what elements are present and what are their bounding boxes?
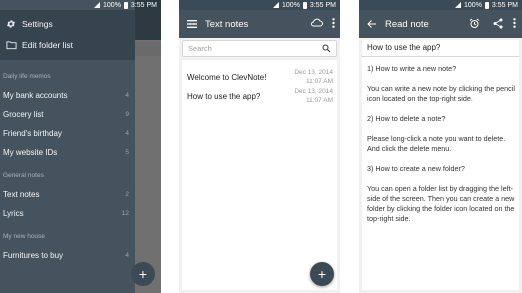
app-bar: Read note [359, 10, 522, 38]
note-paragraph: You can open a folder list by dragging t… [367, 184, 515, 223]
folder-label: My bank accounts [3, 90, 68, 100]
folder-icon [0, 40, 22, 50]
folder-item-lyrics[interactable]: Lyrics 12 [3, 205, 131, 221]
note-paragraph: 1) How to write a new note? [367, 64, 457, 73]
alarm-icon[interactable] [469, 18, 480, 29]
note-timestamp: Dec 13, 2014 11:07 AM [294, 68, 333, 86]
divider [362, 56, 519, 57]
edit-folder-label: Edit folder list [22, 40, 74, 50]
folder-item-furnitures-to-buy[interactable]: Furnitures to buy 4 [3, 247, 131, 263]
back-arrow-icon[interactable] [359, 19, 385, 29]
battery-percent: 100% [282, 1, 300, 9]
note-date: Dec 13, 2014 [294, 88, 333, 95]
note-time: 11:07 AM [306, 78, 333, 85]
peek-search-box [135, 42, 161, 56]
add-icon: + [317, 266, 327, 282]
folder-label: My website IDs [3, 147, 58, 157]
gear-icon [0, 19, 22, 29]
folder-label: Text notes [3, 189, 40, 199]
clock: 3:55 PM [491, 1, 518, 9]
folder-item-grocery-list[interactable]: Grocery list 9 [3, 106, 131, 122]
note-card: How to use the app? 1) How to write a ne… [362, 40, 519, 290]
battery-percent: 100% [464, 1, 482, 9]
more-vert-icon[interactable] [513, 18, 516, 28]
folder-label: Friend's birthday [3, 128, 62, 138]
note-paragraph: 2) How to delete a note? [367, 114, 446, 123]
note-title: How to use the app? [187, 92, 261, 101]
folder-item-friends-birthday[interactable]: Friend's birthday 4 [3, 125, 131, 141]
settings-label: Settings [22, 19, 53, 29]
settings-menu-item[interactable]: Settings [0, 15, 135, 33]
note-paragraph: Please long-click a note you want to del… [367, 134, 506, 153]
section-title: Daily life memos [3, 73, 51, 80]
folder-count: 5 [125, 148, 129, 156]
folder-label: Grocery list [3, 109, 44, 119]
note-timestamp: Dec 13, 2014 11:07 AM [294, 87, 333, 105]
battery-icon [484, 1, 489, 9]
add-note-fab[interactable]: + [131, 262, 155, 286]
folder-count: 9 [125, 110, 129, 118]
signal-icon [94, 2, 101, 8]
battery-icon [302, 1, 307, 9]
folder-label: Lyrics [3, 208, 24, 218]
signal-icon [273, 2, 280, 8]
more-vert-icon[interactable] [332, 18, 335, 28]
edit-folder-list-item[interactable]: Edit folder list [0, 36, 135, 54]
signal-icon [455, 2, 462, 8]
folder-count: 2 [125, 190, 129, 198]
status-bar: 100% 3:55 PM [0, 0, 161, 10]
note-list-screen: 100% 3:55 PM Text notes Search Welcome t… [179, 0, 340, 293]
menu-icon[interactable] [179, 20, 205, 28]
note-time: 11:07 AM [306, 97, 333, 104]
folder-item-text-notes[interactable]: Text notes 2 [3, 186, 131, 202]
drawer-screen: Settings Edit folder list Daily life mem… [0, 0, 161, 293]
search-icon[interactable] [322, 44, 331, 53]
screen-title: Read note [385, 18, 429, 30]
search-input[interactable]: Search [182, 40, 337, 57]
app-showcase: Settings Edit folder list Daily life mem… [0, 0, 522, 293]
search-placeholder: Search [188, 44, 212, 53]
read-note-screen: 100% 3:55 PM Read note How to use the ap… [359, 0, 522, 293]
share-icon[interactable] [493, 18, 503, 29]
folder-label: Furnitures to buy [3, 250, 64, 260]
status-bar: 100% 3:55 PM [179, 0, 340, 10]
note-body: 1) How to write a new note? You can writ… [367, 64, 517, 234]
clock: 3:55 PM [309, 1, 336, 9]
add-icon: + [138, 266, 148, 282]
note-paragraph: You can write a new note by clicking the… [367, 84, 515, 103]
battery-icon [123, 1, 128, 9]
folder-count: 12 [121, 209, 129, 217]
note-title: How to use the app? [367, 43, 441, 52]
folder-count: 4 [125, 251, 129, 259]
screen-title: Text notes [205, 18, 249, 30]
peek-app-bar [135, 10, 161, 40]
folder-count: 4 [125, 91, 129, 99]
battery-percent: 100% [103, 1, 121, 9]
folder-item-my-website-ids[interactable]: My website IDs 5 [3, 144, 131, 160]
note-date: Dec 13, 2014 [294, 69, 333, 76]
section-title: General notes [3, 172, 44, 179]
folder-item-my-bank-accounts[interactable]: My bank accounts 4 [3, 87, 131, 103]
add-note-fab[interactable]: + [310, 262, 334, 286]
folder-count: 4 [125, 129, 129, 137]
note-title: Welcome to ClevNote! [187, 73, 267, 82]
note-paragraph: 3) How to create a new folder? [367, 164, 465, 173]
cloud-icon[interactable] [310, 18, 323, 27]
note-list: Welcome to ClevNote! Dec 13, 2014 11:07 … [182, 60, 337, 290]
status-bar: 100% 3:55 PM [359, 0, 522, 10]
clock: 3:55 PM [130, 1, 157, 9]
section-title: My new house [3, 233, 45, 240]
navigation-drawer: Settings Edit folder list Daily life mem… [0, 0, 135, 293]
note-row[interactable]: How to use the app? Dec 13, 2014 11:07 A… [182, 85, 337, 109]
app-bar: Text notes [179, 10, 340, 38]
